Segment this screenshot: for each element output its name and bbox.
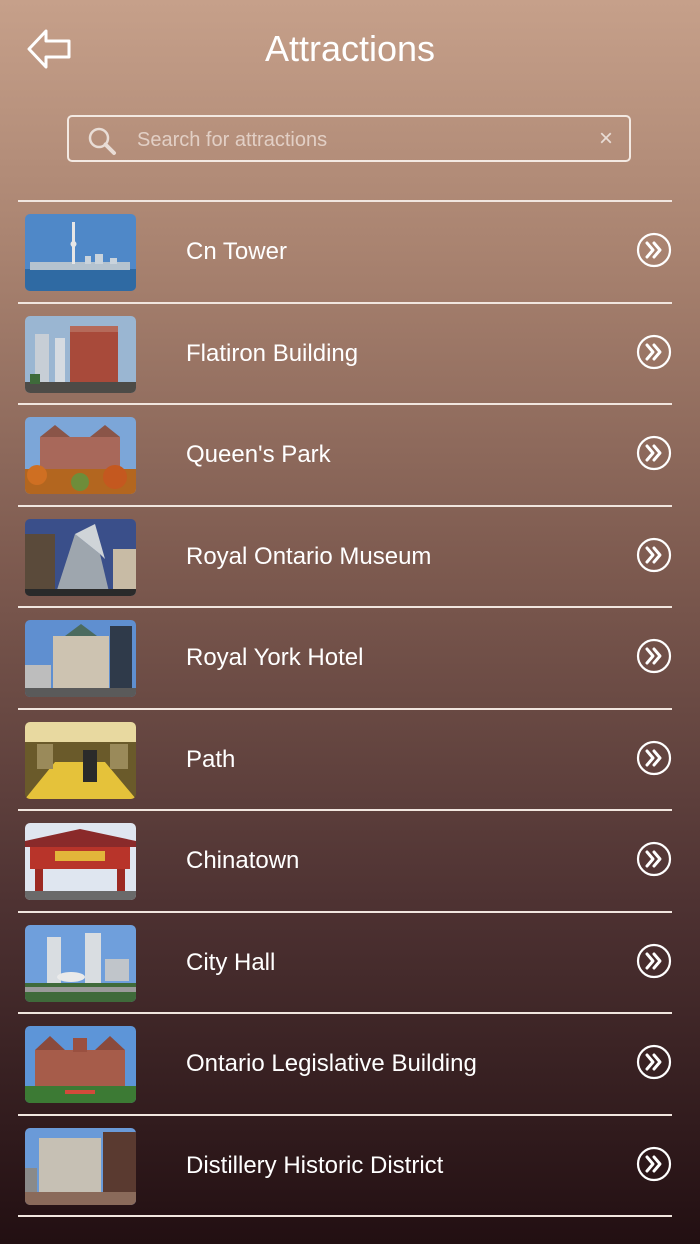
attraction-name: Queen's Park: [186, 441, 331, 468]
list-item[interactable]: Ontario Legislative Building: [18, 1014, 672, 1116]
double-chevron-right-icon[interactable]: [636, 943, 672, 979]
double-chevron-right-icon[interactable]: [636, 1044, 672, 1080]
double-chevron-right-icon[interactable]: [636, 740, 672, 776]
page-title: Attractions: [264, 28, 436, 69]
list-item[interactable]: Cn Tower: [18, 202, 672, 304]
attraction-name: Path: [186, 745, 236, 773]
attraction-name: Ontario Legislative Building: [186, 1050, 477, 1077]
attraction-name: Royal York Hotel: [186, 644, 364, 671]
double-chevron-right-icon[interactable]: [636, 334, 672, 370]
search-icon: [88, 127, 116, 155]
thumbnail-city-hall: [25, 924, 136, 1002]
double-chevron-right-icon[interactable]: [636, 841, 672, 877]
list-item[interactable]: Flatiron Building: [18, 304, 672, 405]
thumbnail-cn-tower: [25, 214, 136, 291]
thumbnail-queens-park: [25, 417, 136, 494]
attraction-name: Distillery Historic District: [186, 1151, 444, 1179]
thumbnail-path: [25, 721, 136, 799]
list-item[interactable]: City Hall: [18, 913, 672, 1014]
attraction-name: City Hall: [186, 948, 276, 976]
thumbnail-royal-york: [25, 620, 136, 697]
thumbnail-chinatown: [25, 823, 136, 900]
attraction-name: Cn Tower: [186, 238, 287, 265]
header: Attractions: [0, 0, 700, 100]
double-chevron-right-icon[interactable]: [636, 537, 672, 573]
search-bar: ×: [67, 115, 631, 162]
search-input[interactable]: [135, 125, 579, 155]
list-item[interactable]: Path: [18, 710, 672, 811]
double-chevron-right-icon[interactable]: [636, 638, 672, 674]
attraction-name: Flatiron Building: [186, 339, 359, 367]
list-item[interactable]: Distillery Historic District: [18, 1116, 672, 1217]
thumbnail-legislature: [25, 1026, 136, 1103]
attraction-name: Chinatown: [186, 847, 300, 874]
attractions-list: Cn Tower Flatiron Building Queen's Park …: [18, 200, 672, 1217]
double-chevron-right-icon[interactable]: [636, 1146, 672, 1182]
thumbnail-rom: [25, 518, 136, 596]
list-item[interactable]: Queen's Park: [18, 405, 672, 507]
thumbnail-flatiron: [25, 315, 136, 393]
double-chevron-right-icon[interactable]: [636, 232, 672, 268]
list-item[interactable]: Chinatown: [18, 811, 672, 913]
clear-search-icon[interactable]: ×: [599, 124, 613, 154]
attraction-name: Royal Ontario Museum: [186, 542, 432, 570]
double-chevron-right-icon[interactable]: [636, 435, 672, 471]
thumbnail-distillery: [25, 1127, 136, 1205]
list-item[interactable]: Royal York Hotel: [18, 608, 672, 710]
list-item[interactable]: Royal Ontario Museum: [18, 507, 672, 608]
